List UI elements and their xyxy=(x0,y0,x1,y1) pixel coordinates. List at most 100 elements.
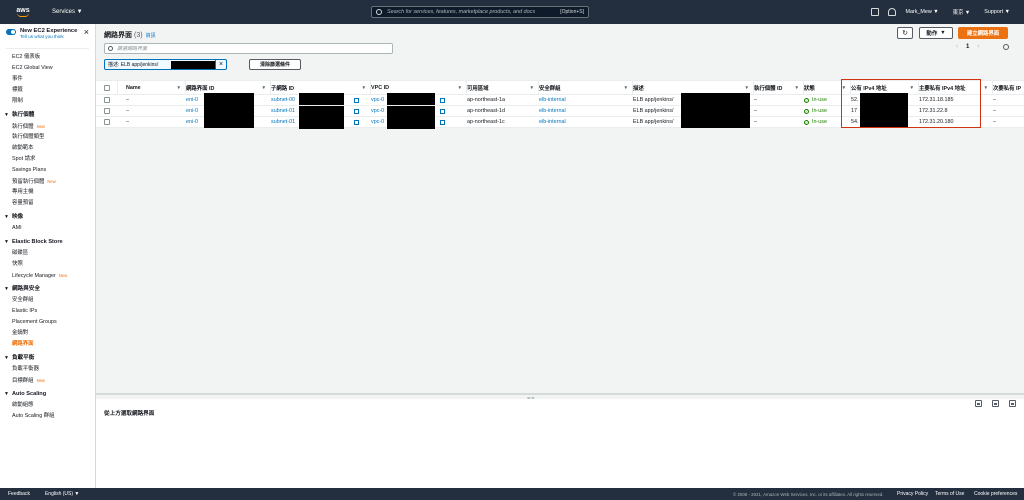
external-link-icon[interactable] xyxy=(354,98,359,103)
cell-value[interactable]: vpc-0 xyxy=(371,108,384,114)
create-network-interface-button[interactable]: 建立網路界面 xyxy=(958,27,1008,39)
region-menu[interactable]: 東京 ▼ xyxy=(953,8,971,16)
panel-side-icon[interactable] xyxy=(992,400,999,407)
services-menu[interactable]: Services ▼ xyxy=(52,9,83,15)
sidebar-item[interactable]: Placement Groups xyxy=(0,317,95,328)
cell-value[interactable]: vpc-0 xyxy=(371,119,384,125)
sidebar-item[interactable]: Spot 請求 xyxy=(0,154,95,165)
column-header-instance-id[interactable]: 執行個體 ID ▼ xyxy=(754,81,804,94)
external-link-icon[interactable] xyxy=(440,120,445,125)
sidebar-item[interactable]: AMI xyxy=(0,223,95,234)
sidebar-section-header[interactable]: ▼ 網路與安全 xyxy=(0,283,95,295)
refresh-button[interactable]: ↻ xyxy=(897,27,913,39)
sort-icon[interactable]: ▼ xyxy=(983,85,988,90)
language-selector[interactable]: English (US) ▼ xyxy=(45,491,79,497)
sidebar-item[interactable]: Auto Scaling 群組 xyxy=(0,411,95,422)
sort-icon[interactable]: ▼ xyxy=(457,85,462,90)
sidebar-item[interactable]: Savings Plans xyxy=(0,165,95,176)
cloudshell-icon[interactable] xyxy=(871,8,880,16)
sidebar-item[interactable]: 啟動組態 xyxy=(0,400,95,411)
column-header-security-group[interactable]: 安全群組 ▼ xyxy=(539,81,633,94)
sidebar-item-events[interactable]: 事件 xyxy=(0,74,95,85)
cell-value[interactable]: eni-0 xyxy=(186,119,198,125)
sort-icon[interactable]: ▼ xyxy=(841,85,846,90)
prev-page-icon[interactable]: ‹ xyxy=(956,44,958,50)
panel-bottom-icon[interactable] xyxy=(975,400,982,407)
cell-value[interactable]: vpc-0 xyxy=(371,97,384,103)
sidebar-item[interactable]: 負載平衡器 xyxy=(0,364,95,375)
external-link-icon[interactable] xyxy=(354,109,359,114)
account-menu[interactable]: Mark_Mew ▼ xyxy=(905,9,938,15)
sidebar-item[interactable]: Lifecycle Manager New xyxy=(0,270,95,281)
sort-icon[interactable]: ▼ xyxy=(623,85,628,90)
sidebar-section-header[interactable]: ▼ 負載平衡 xyxy=(0,352,95,364)
sidebar-item[interactable]: 金鑰對 xyxy=(0,328,95,339)
sidebar-item[interactable]: 網路界面 xyxy=(0,339,95,350)
cell-security-group[interactable]: elb-internal xyxy=(539,106,633,116)
sidebar-item[interactable]: 執行個體類型 xyxy=(0,132,95,143)
sidebar-section-header[interactable]: ▼ 映像 xyxy=(0,211,95,223)
row-checkbox[interactable] xyxy=(104,97,110,103)
actions-button[interactable]: 動作 ▼ xyxy=(919,27,953,39)
filter-input[interactable]: 篩選網路界面 xyxy=(104,43,393,54)
sort-icon[interactable]: ▼ xyxy=(361,85,366,90)
column-header-secondary-private-ip[interactable]: 次要私有 IP xyxy=(993,81,1024,94)
external-link-icon[interactable] xyxy=(440,98,445,103)
aws-logo[interactable]: aws xyxy=(14,5,32,19)
cell-value[interactable]: elb-internal xyxy=(539,108,566,114)
external-link-icon[interactable] xyxy=(440,109,445,114)
sort-icon[interactable]: ▼ xyxy=(261,85,266,90)
notifications-bell-icon[interactable] xyxy=(888,8,897,16)
global-search-input[interactable]: Search for services, features, marketpla… xyxy=(371,6,589,18)
sidebar-item[interactable]: Elastic IPs xyxy=(0,306,95,317)
new-experience-toggle[interactable] xyxy=(6,29,16,35)
sort-icon[interactable]: ▼ xyxy=(744,85,749,90)
cell-value[interactable]: elb-internal xyxy=(539,97,566,103)
cookie-preferences-link[interactable]: Cookie preferences xyxy=(974,491,1017,497)
sidebar-item[interactable]: 磁碟區 xyxy=(0,248,95,259)
select-all-checkbox[interactable] xyxy=(104,84,110,91)
current-page[interactable]: 1 xyxy=(966,44,969,50)
table-row[interactable]: – eni-0 subnet-01 vpc-0 ap-northeast-1c elb-i… xyxy=(96,117,1024,129)
sidebar-section-header[interactable]: ▼ Auto Scaling xyxy=(0,388,95,400)
settings-gear-icon[interactable] xyxy=(1003,44,1009,50)
external-link-icon[interactable] xyxy=(354,120,359,125)
sidebar-item-limits[interactable]: 限制 xyxy=(0,96,95,107)
cell-security-group[interactable]: elb-internal xyxy=(539,117,633,127)
sort-icon[interactable]: ▼ xyxy=(176,85,181,90)
cell-value[interactable]: eni-0 xyxy=(186,108,198,114)
feedback-link[interactable]: Feedback xyxy=(8,491,30,497)
next-page-icon[interactable]: › xyxy=(977,44,979,50)
sidebar-item[interactable]: 容量預留 xyxy=(0,198,95,209)
sidebar-item-global-view[interactable]: EC2 Global View xyxy=(0,63,95,74)
row-checkbox[interactable] xyxy=(104,108,110,114)
clear-filters-button[interactable]: 清除篩選條件 xyxy=(249,59,301,70)
cell-value[interactable]: subnet-01 xyxy=(271,119,295,125)
sidebar-item-tags[interactable]: 標籤 xyxy=(0,85,95,96)
column-header-availability-zone[interactable]: 可用區域 ▼ xyxy=(467,81,539,94)
sidebar-section-header[interactable]: ▼ Elastic Block Store xyxy=(0,236,95,248)
sort-icon[interactable]: ▼ xyxy=(794,85,799,90)
sidebar-item[interactable]: 執行個體 New xyxy=(0,121,95,132)
column-header-private-ipv4[interactable]: 主要私有 IPv4 地址 ▼ xyxy=(919,81,993,94)
cell-security-group[interactable]: elb-internal xyxy=(539,95,633,105)
cell-value[interactable]: eni-0 xyxy=(186,97,198,103)
sort-icon[interactable]: ▼ xyxy=(909,85,914,90)
cell-value[interactable]: elb-internal xyxy=(539,119,566,125)
terms-of-use-link[interactable]: Terms of Use xyxy=(935,491,964,497)
sidebar-item[interactable]: 啟動範本 xyxy=(0,143,95,154)
feedback-link[interactable]: Tell us what you think xyxy=(20,34,77,39)
row-checkbox[interactable] xyxy=(104,119,110,125)
cell-value[interactable]: subnet-01 xyxy=(271,108,295,114)
sidebar-item-ec2-dashboard[interactable]: EC2 儀表板 xyxy=(0,52,95,63)
sidebar-item[interactable]: 預留執行個體 New xyxy=(0,176,95,187)
support-menu[interactable]: Support ▼ xyxy=(984,9,1010,15)
table-row[interactable]: – eni-0 subnet-01 vpc-0 ap-northeast-1d elb-i… xyxy=(96,105,1024,127)
sidebar-item[interactable]: 專用主機 xyxy=(0,187,95,198)
info-link[interactable]: 資訊 xyxy=(146,33,156,39)
sidebar-item[interactable]: 快照 xyxy=(0,259,95,270)
privacy-policy-link[interactable]: Privacy Policy xyxy=(897,491,928,497)
column-header-name[interactable]: Name ▼ xyxy=(126,81,186,94)
split-panel-divider[interactable] xyxy=(96,393,1024,395)
close-sidebar-icon[interactable]: × xyxy=(84,28,89,37)
